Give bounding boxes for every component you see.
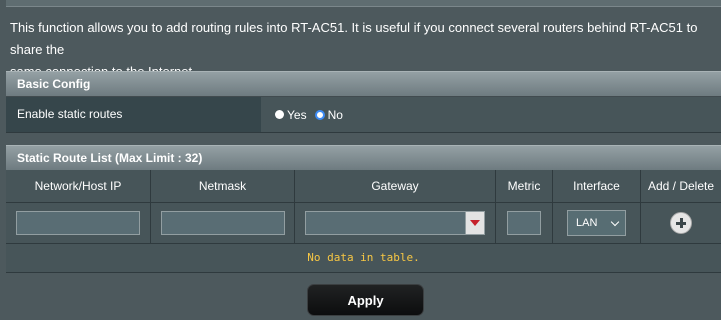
radio-no-label[interactable]: No	[328, 108, 343, 122]
col-add-delete: Add / Delete	[647, 179, 715, 193]
cell-gateway	[295, 203, 496, 243]
interface-value: LAN	[576, 217, 598, 229]
route-input-row: LAN	[6, 203, 721, 244]
col-interface: Interface	[553, 170, 641, 202]
enable-static-routes-label: Enable static routes	[6, 97, 261, 132]
route-table-header: Network/Host IP Netmask Gateway Metric I…	[6, 170, 721, 203]
col-netmask: Netmask	[151, 170, 295, 202]
cell-netmask	[151, 203, 295, 243]
col-network-ip: Network/Host IP	[6, 170, 151, 202]
chevron-down-icon	[610, 217, 620, 227]
basic-config-title: Basic Config	[17, 77, 91, 91]
metric-input[interactable]	[507, 211, 541, 235]
radio-no[interactable]	[314, 109, 325, 120]
apply-button[interactable]: Apply	[307, 284, 424, 316]
panel-top-border	[6, 0, 721, 7]
netmask-input[interactable]	[160, 211, 285, 235]
add-route-button[interactable]	[670, 212, 692, 234]
radio-yes-label[interactable]: Yes	[287, 108, 307, 122]
route-list-header: Static Route List (Max Limit : 32)	[6, 145, 721, 171]
basic-config-header: Basic Config	[6, 71, 721, 97]
route-list-title: Static Route List (Max Limit : 32)	[17, 151, 203, 165]
radio-yes[interactable]	[275, 110, 284, 119]
static-routes-radio-group: Yes No	[275, 97, 351, 132]
empty-table-message: No data in table.	[6, 244, 721, 273]
gateway-dropdown-arrow-icon[interactable]	[465, 212, 484, 234]
cell-network-ip	[6, 203, 151, 243]
cell-add-delete	[641, 203, 721, 243]
enable-static-routes-row: Enable static routes Yes No	[6, 97, 721, 133]
col-metric: Metric	[496, 170, 553, 202]
network-ip-input[interactable]	[16, 211, 140, 235]
intro-line-1: This function allows you to add routing …	[10, 20, 698, 57]
col-gateway: Gateway	[295, 170, 496, 202]
gateway-combobox[interactable]	[305, 211, 485, 235]
cell-metric	[496, 203, 553, 243]
interface-select[interactable]: LAN	[567, 210, 626, 236]
cell-interface: LAN	[553, 203, 641, 243]
